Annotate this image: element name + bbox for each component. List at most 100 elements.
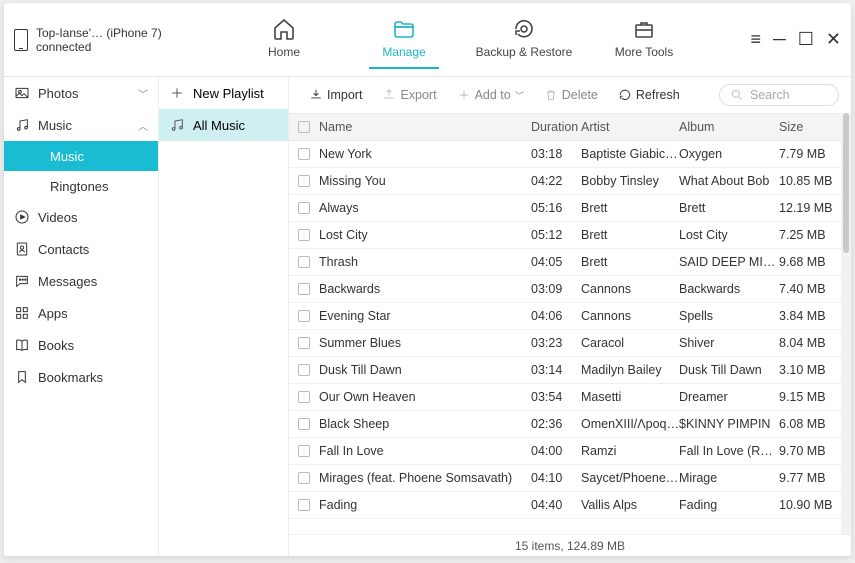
table-row[interactable]: Backwards03:09CannonsBackwards7.40 MB (289, 276, 841, 303)
table-row[interactable]: Missing You04:22Bobby TinsleyWhat About … (289, 168, 841, 195)
all-music-item[interactable]: All Music (159, 109, 288, 141)
select-all-checkbox[interactable] (298, 121, 310, 133)
row-checkbox[interactable] (298, 202, 310, 214)
cell-size: 3.84 MB (779, 309, 841, 323)
table-row[interactable]: Always05:16BrettBrett12.19 MB (289, 195, 841, 222)
cell-name: Fading (319, 498, 531, 512)
close-button[interactable]: ✕ (826, 29, 841, 50)
cell-name: New York (319, 147, 531, 161)
cell-name: Our Own Heaven (319, 390, 531, 404)
new-playlist-button[interactable]: New Playlist (159, 77, 288, 109)
chevron-up-icon: ︿ (138, 118, 148, 133)
row-checkbox[interactable] (298, 445, 310, 457)
sidebar-item-contacts[interactable]: Contacts (4, 233, 158, 265)
window-controls: ≡ ─ ☐ ✕ (750, 29, 841, 50)
cell-album: Fading (679, 498, 779, 512)
status-bar: 15 items, 124.89 MB (289, 534, 851, 556)
toolbar: Import Export Add to ﹀ Delete Refr (289, 77, 851, 113)
cell-size: 7.79 MB (779, 147, 841, 161)
table-header: Name Duration Artist Album Size (289, 113, 841, 141)
cell-duration: 04:06 (531, 309, 581, 323)
table-row[interactable]: Our Own Heaven03:54MasettiDreamer9.15 MB (289, 384, 841, 411)
row-checkbox[interactable] (298, 310, 310, 322)
cell-name: Always (319, 201, 531, 215)
cell-album: Fall In Love (Radio… (679, 444, 779, 458)
table-row[interactable]: Fall In Love04:00RamziFall In Love (Radi… (289, 438, 841, 465)
sidebar-item-videos[interactable]: Videos (4, 201, 158, 233)
device-info[interactable]: Top-Ianse'… (iPhone 7) connected (14, 26, 234, 54)
col-album[interactable]: Album (679, 120, 779, 134)
menu-icon[interactable]: ≡ (750, 29, 761, 50)
delete-button[interactable]: Delete (536, 88, 606, 102)
table-row[interactable]: Thrash04:05BrettSAID DEEP MIXTAP…9.68 MB (289, 249, 841, 276)
cell-artist: Masetti (581, 390, 679, 404)
row-checkbox[interactable] (298, 472, 310, 484)
table-row[interactable]: Summer Blues03:23CaracolShiver8.04 MB (289, 330, 841, 357)
minimize-button[interactable]: ─ (773, 29, 786, 50)
table-row[interactable]: Dusk Till Dawn03:14Madilyn BaileyDusk Ti… (289, 357, 841, 384)
sidebar-item-books[interactable]: Books (4, 329, 158, 361)
col-name[interactable]: Name (319, 120, 531, 134)
cell-duration: 03:54 (531, 390, 581, 404)
cell-duration: 04:05 (531, 255, 581, 269)
cell-name: Black Sheep (319, 417, 531, 431)
row-checkbox[interactable] (298, 283, 310, 295)
cell-duration: 03:23 (531, 336, 581, 350)
row-checkbox[interactable] (298, 337, 310, 349)
cell-name: Missing You (319, 174, 531, 188)
export-button[interactable]: Export (374, 88, 444, 102)
table-row[interactable]: Lost City05:12BrettLost City7.25 MB (289, 222, 841, 249)
row-checkbox[interactable] (298, 499, 310, 511)
sidebar-item-music[interactable]: Music ︿ (4, 109, 158, 141)
sidebar-sub-music[interactable]: Music (4, 141, 158, 171)
main-panel: Import Export Add to ﹀ Delete Refr (289, 77, 851, 556)
col-size[interactable]: Size (779, 120, 841, 134)
sidebar-sub-ringtones[interactable]: Ringtones (4, 171, 158, 201)
row-checkbox[interactable] (298, 229, 310, 241)
addto-button[interactable]: Add to ﹀ (449, 88, 532, 102)
nav-tools[interactable]: More Tools (594, 11, 694, 69)
row-checkbox[interactable] (298, 418, 310, 430)
sidebar-item-messages[interactable]: Messages (4, 265, 158, 297)
app-window: Top-Ianse'… (iPhone 7) connected Home Ma… (4, 3, 851, 556)
col-artist[interactable]: Artist (581, 120, 679, 134)
sidebar-item-photos[interactable]: Photos ﹀ (4, 77, 158, 109)
table-row[interactable]: Evening Star04:06CannonsSpells3.84 MB (289, 303, 841, 330)
nav-manage[interactable]: Manage (354, 11, 454, 69)
row-checkbox[interactable] (298, 256, 310, 268)
row-checkbox[interactable] (298, 175, 310, 187)
sidebar-item-apps[interactable]: Apps (4, 297, 158, 329)
table-row[interactable]: New York03:18Baptiste GiabiconiOxygen7.7… (289, 141, 841, 168)
cell-duration: 04:40 (531, 498, 581, 512)
nav-tools-label: More Tools (615, 45, 673, 59)
device-name: Top-Ianse'… (iPhone 7) (36, 26, 162, 40)
row-checkbox[interactable] (298, 148, 310, 160)
cell-size: 7.40 MB (779, 282, 841, 296)
refresh-button[interactable]: Refresh (610, 88, 688, 102)
sidebar-playlists: New Playlist All Music (159, 77, 289, 556)
scrollbar-thumb[interactable] (843, 113, 849, 253)
cell-size: 12.19 MB (779, 201, 841, 215)
col-duration[interactable]: Duration (531, 120, 581, 134)
table-row[interactable]: Black Sheep02:36OmenXIII/Λpoqou$KINNY PI… (289, 411, 841, 438)
nav-backup[interactable]: Backup & Restore (474, 11, 574, 69)
maximize-button[interactable]: ☐ (798, 29, 814, 50)
search-input[interactable]: Search (719, 84, 839, 106)
row-checkbox[interactable] (298, 364, 310, 376)
cell-artist: Brett (581, 228, 679, 242)
cell-album: Shiver (679, 336, 779, 350)
sidebar-item-bookmarks[interactable]: Bookmarks (4, 361, 158, 393)
scrollbar[interactable] (841, 113, 851, 534)
cell-artist: Brett (581, 255, 679, 269)
table-row[interactable]: Fading04:40Vallis AlpsFading10.90 MB (289, 492, 841, 519)
cell-size: 10.90 MB (779, 498, 841, 512)
tracks-table: Name Duration Artist Album Size New York… (289, 113, 841, 534)
table-row[interactable]: Mirages (feat. Phoene Somsavath)04:10Say… (289, 465, 841, 492)
cell-duration: 02:36 (531, 417, 581, 431)
import-button[interactable]: Import (301, 88, 370, 102)
nav-backup-label: Backup & Restore (476, 45, 573, 59)
nav-home[interactable]: Home (234, 11, 334, 69)
table-body: New York03:18Baptiste GiabiconiOxygen7.7… (289, 141, 841, 534)
row-checkbox[interactable] (298, 391, 310, 403)
cell-artist: OmenXIII/Λpoqou (581, 417, 679, 431)
